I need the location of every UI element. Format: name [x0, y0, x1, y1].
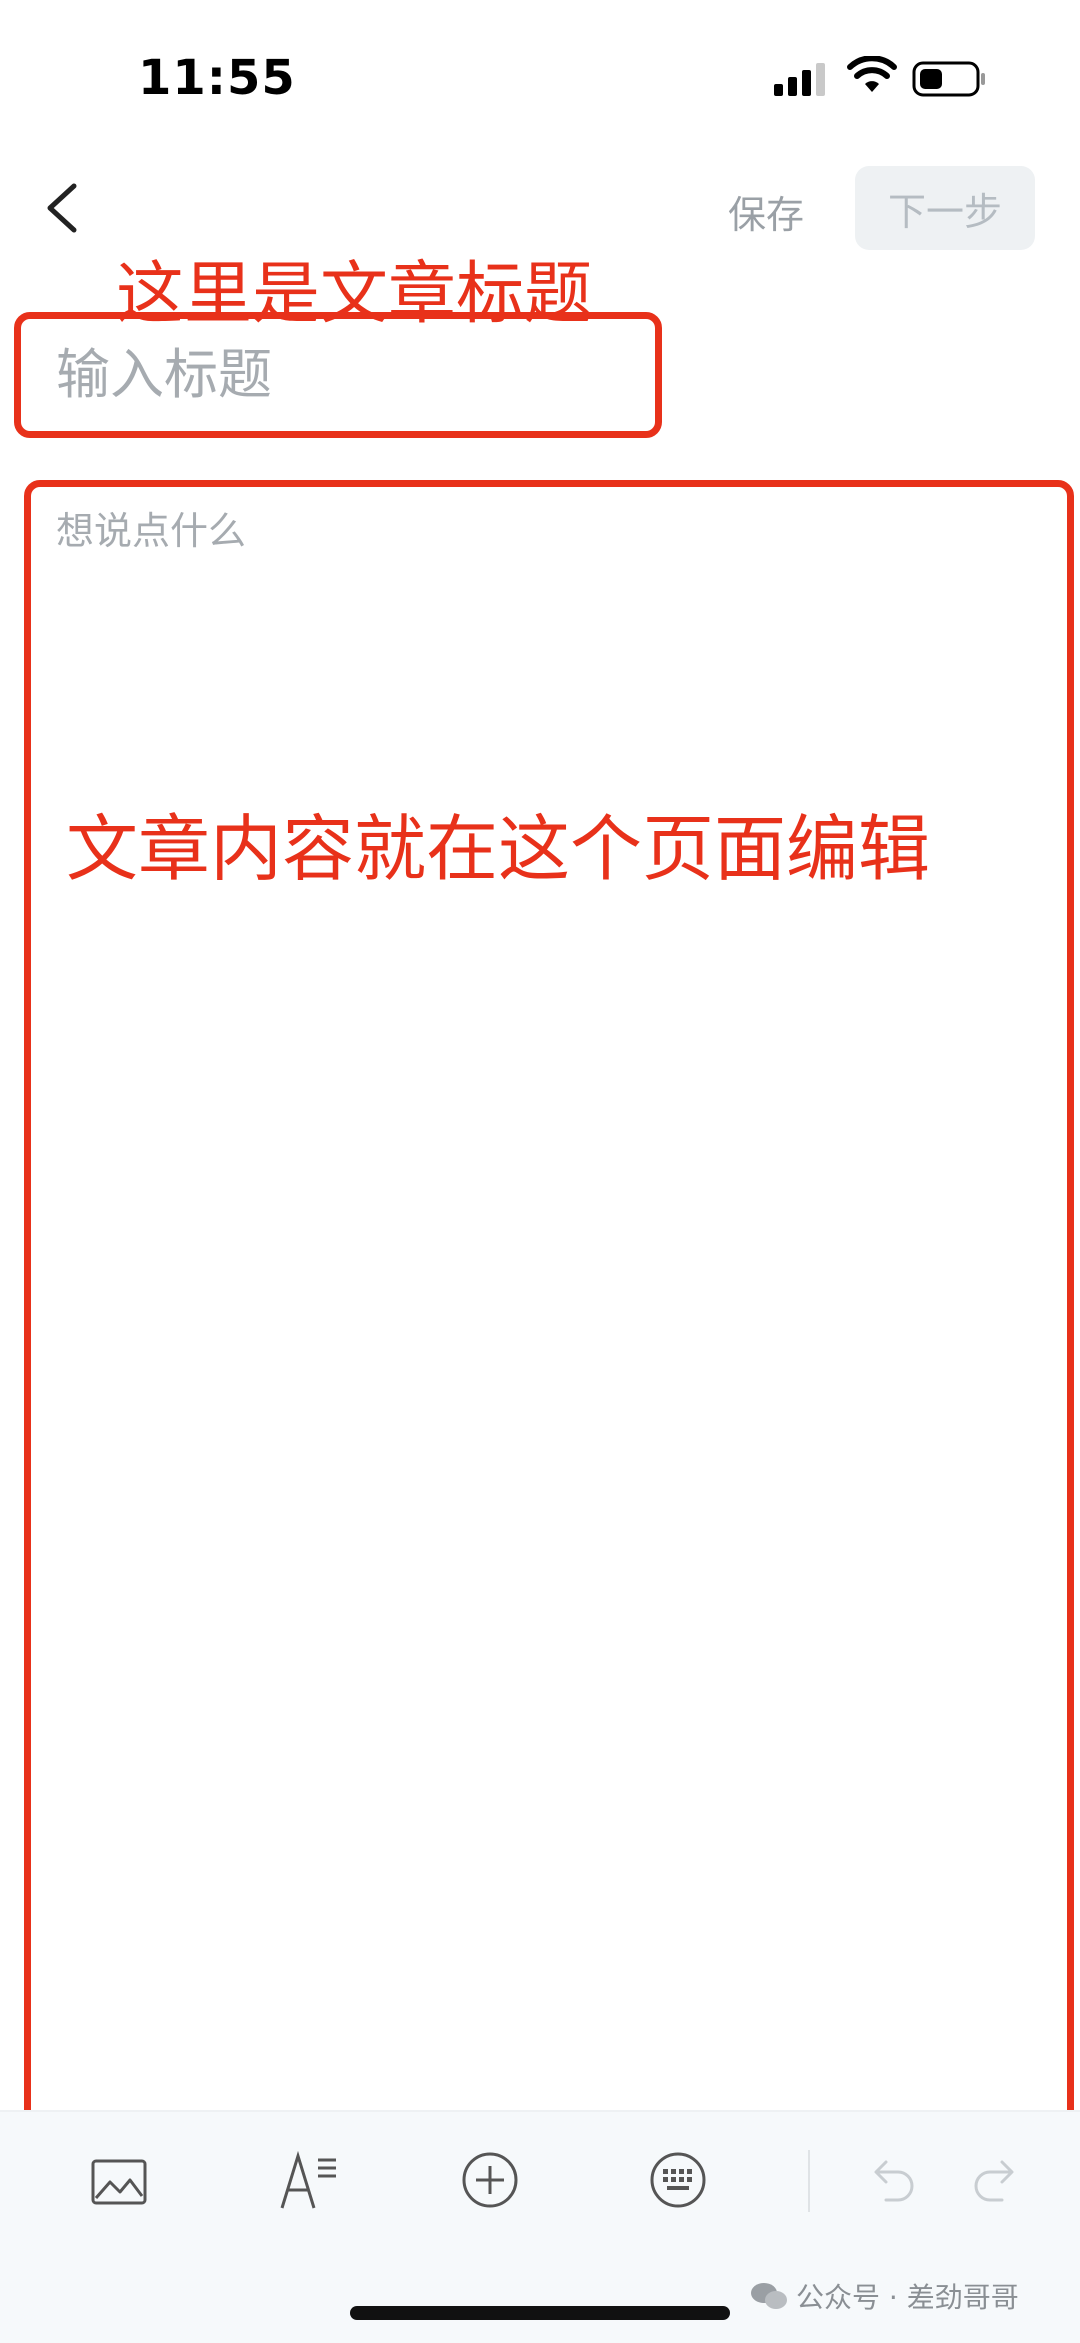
watermark-text: 公众号 · 差劲哥哥 — [796, 2281, 1019, 2314]
toolbar-divider — [808, 2150, 810, 2212]
status-time: 11:55 — [138, 50, 296, 106]
redo-icon[interactable] — [968, 2152, 1024, 2208]
cellular-signal-icon — [774, 63, 825, 96]
body-annotation: 文章内容就在这个页面编辑 — [66, 807, 931, 891]
wifi-icon — [847, 56, 897, 92]
back-chevron-icon[interactable] — [40, 180, 84, 236]
home-indicator[interactable] — [350, 2306, 730, 2320]
next-step-button[interactable]: 下一步 — [855, 166, 1035, 250]
undo-icon[interactable] — [864, 2152, 920, 2208]
watermark: 公众号 · 差劲哥哥 — [750, 2276, 1019, 2316]
text-format-icon[interactable] — [278, 2150, 340, 2212]
keyboard-icon[interactable] — [648, 2150, 708, 2210]
title-highlight-box — [14, 312, 662, 438]
battery-icon — [912, 61, 985, 97]
wechat-icon — [751, 2283, 787, 2309]
image-icon[interactable] — [90, 2158, 148, 2206]
add-circle-icon[interactable] — [460, 2150, 520, 2210]
body-highlight-box — [24, 480, 1074, 2150]
save-button[interactable]: 保存 — [728, 184, 804, 239]
